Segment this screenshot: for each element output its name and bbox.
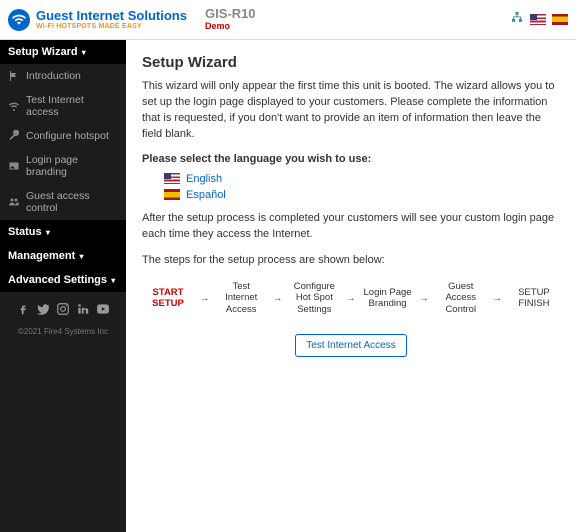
sidebar-section-label: Advanced Settings <box>8 274 107 286</box>
flag-icon <box>8 70 20 82</box>
twitter-icon[interactable] <box>36 302 50 319</box>
id-card-icon <box>8 160 20 172</box>
sidebar-item-label: Login page branding <box>26 154 118 178</box>
model-demo: Demo <box>205 22 256 32</box>
flow-finish: SETUP FINISH <box>508 287 560 311</box>
flow-step-1: Test Internet Access <box>215 281 267 317</box>
sidebar-item-test-internet[interactable]: Test Internet access <box>0 88 126 124</box>
caret-down-icon: ▾ <box>44 228 50 237</box>
arrow-right-icon: → <box>346 293 356 304</box>
sidebar-item-label: Configure hotspot <box>26 130 109 142</box>
arrow-right-icon: → <box>200 293 210 304</box>
wrench-icon <box>8 130 20 142</box>
language-option-english[interactable]: English <box>164 173 560 185</box>
arrow-right-icon: → <box>273 293 283 304</box>
page-title: Setup Wizard <box>142 54 560 71</box>
sidebar: Setup Wizard ▾ Introduction Test Interne… <box>0 40 126 532</box>
flag-es-icon <box>164 189 180 200</box>
test-internet-access-button[interactable]: Test Internet Access <box>295 334 407 357</box>
instagram-icon[interactable] <box>56 302 70 319</box>
arrow-right-icon: → <box>493 293 503 304</box>
network-icon[interactable] <box>510 11 524 28</box>
facebook-icon[interactable] <box>16 302 30 319</box>
social-icons <box>0 302 126 319</box>
sidebar-section-management[interactable]: Management ▾ <box>0 244 126 268</box>
sidebar-item-login-branding[interactable]: Login page branding <box>0 148 126 184</box>
sidebar-section-advanced[interactable]: Advanced Settings ▾ <box>0 268 126 292</box>
sidebar-item-guest-access[interactable]: Guest access control <box>0 184 126 220</box>
wifi-icon <box>8 100 20 112</box>
sidebar-item-label: Guest access control <box>26 190 118 214</box>
youtube-icon[interactable] <box>96 302 110 319</box>
brand-sub: WI-FI HOTSPOTS MADE EASY <box>36 23 187 31</box>
action-wrap: Test Internet Access <box>142 334 560 357</box>
sidebar-section-label: Setup Wizard <box>8 46 78 58</box>
brand-logo <box>8 9 30 31</box>
copyright: ©2021 Fire4 Systems Inc <box>0 327 126 336</box>
language-link[interactable]: English <box>186 173 222 185</box>
language-option-spanish[interactable]: Español <box>164 189 560 201</box>
sidebar-item-introduction[interactable]: Introduction <box>0 64 126 88</box>
intro-paragraph: This wizard will only appear the first t… <box>142 79 560 143</box>
flow-step-2: Configure Hot Spot Settings <box>288 281 340 317</box>
after-setup-paragraph: After the setup process is completed you… <box>142 211 560 243</box>
sidebar-item-label: Introduction <box>26 70 81 82</box>
linkedin-icon[interactable] <box>76 302 90 319</box>
select-language-label: Please select the language you wish to u… <box>142 153 560 165</box>
setup-flow: START SETUP → Test Internet Access → Con… <box>142 281 560 317</box>
main-content: Setup Wizard This wizard will only appea… <box>126 40 576 532</box>
container: Setup Wizard ▾ Introduction Test Interne… <box>0 40 576 532</box>
caret-down-icon: ▾ <box>109 276 115 285</box>
header: Guest Internet Solutions WI-FI HOTSPOTS … <box>0 0 576 40</box>
brand-main: Guest Internet Solutions <box>36 9 187 23</box>
arrow-right-icon: → <box>419 293 429 304</box>
steps-intro: The steps for the setup process are show… <box>142 253 560 269</box>
flag-es-icon[interactable] <box>552 14 568 25</box>
caret-down-icon: ▾ <box>77 252 83 261</box>
sidebar-section-label: Status <box>8 226 42 238</box>
flow-start: START SETUP <box>142 287 194 311</box>
sidebar-item-label: Test Internet access <box>26 94 118 118</box>
flow-step-3: Login Page Branding <box>362 287 414 311</box>
flow-step-4: Guest Access Control <box>435 281 487 317</box>
model-block: GIS-R10 Demo <box>205 7 256 31</box>
flag-us-icon <box>164 173 180 184</box>
header-right <box>510 11 568 28</box>
language-list: English Español <box>164 173 560 201</box>
flag-us-icon[interactable] <box>530 14 546 25</box>
caret-down-icon: ▾ <box>80 48 86 57</box>
sidebar-section-status[interactable]: Status ▾ <box>0 220 126 244</box>
users-icon <box>8 196 20 208</box>
model-name: GIS-R10 <box>205 7 256 21</box>
sidebar-item-configure-hotspot[interactable]: Configure hotspot <box>0 124 126 148</box>
language-link[interactable]: Español <box>186 189 226 201</box>
sidebar-section-setup-wizard[interactable]: Setup Wizard ▾ <box>0 40 126 64</box>
sidebar-section-label: Management <box>8 250 75 262</box>
brand-text: Guest Internet Solutions WI-FI HOTSPOTS … <box>36 9 187 31</box>
